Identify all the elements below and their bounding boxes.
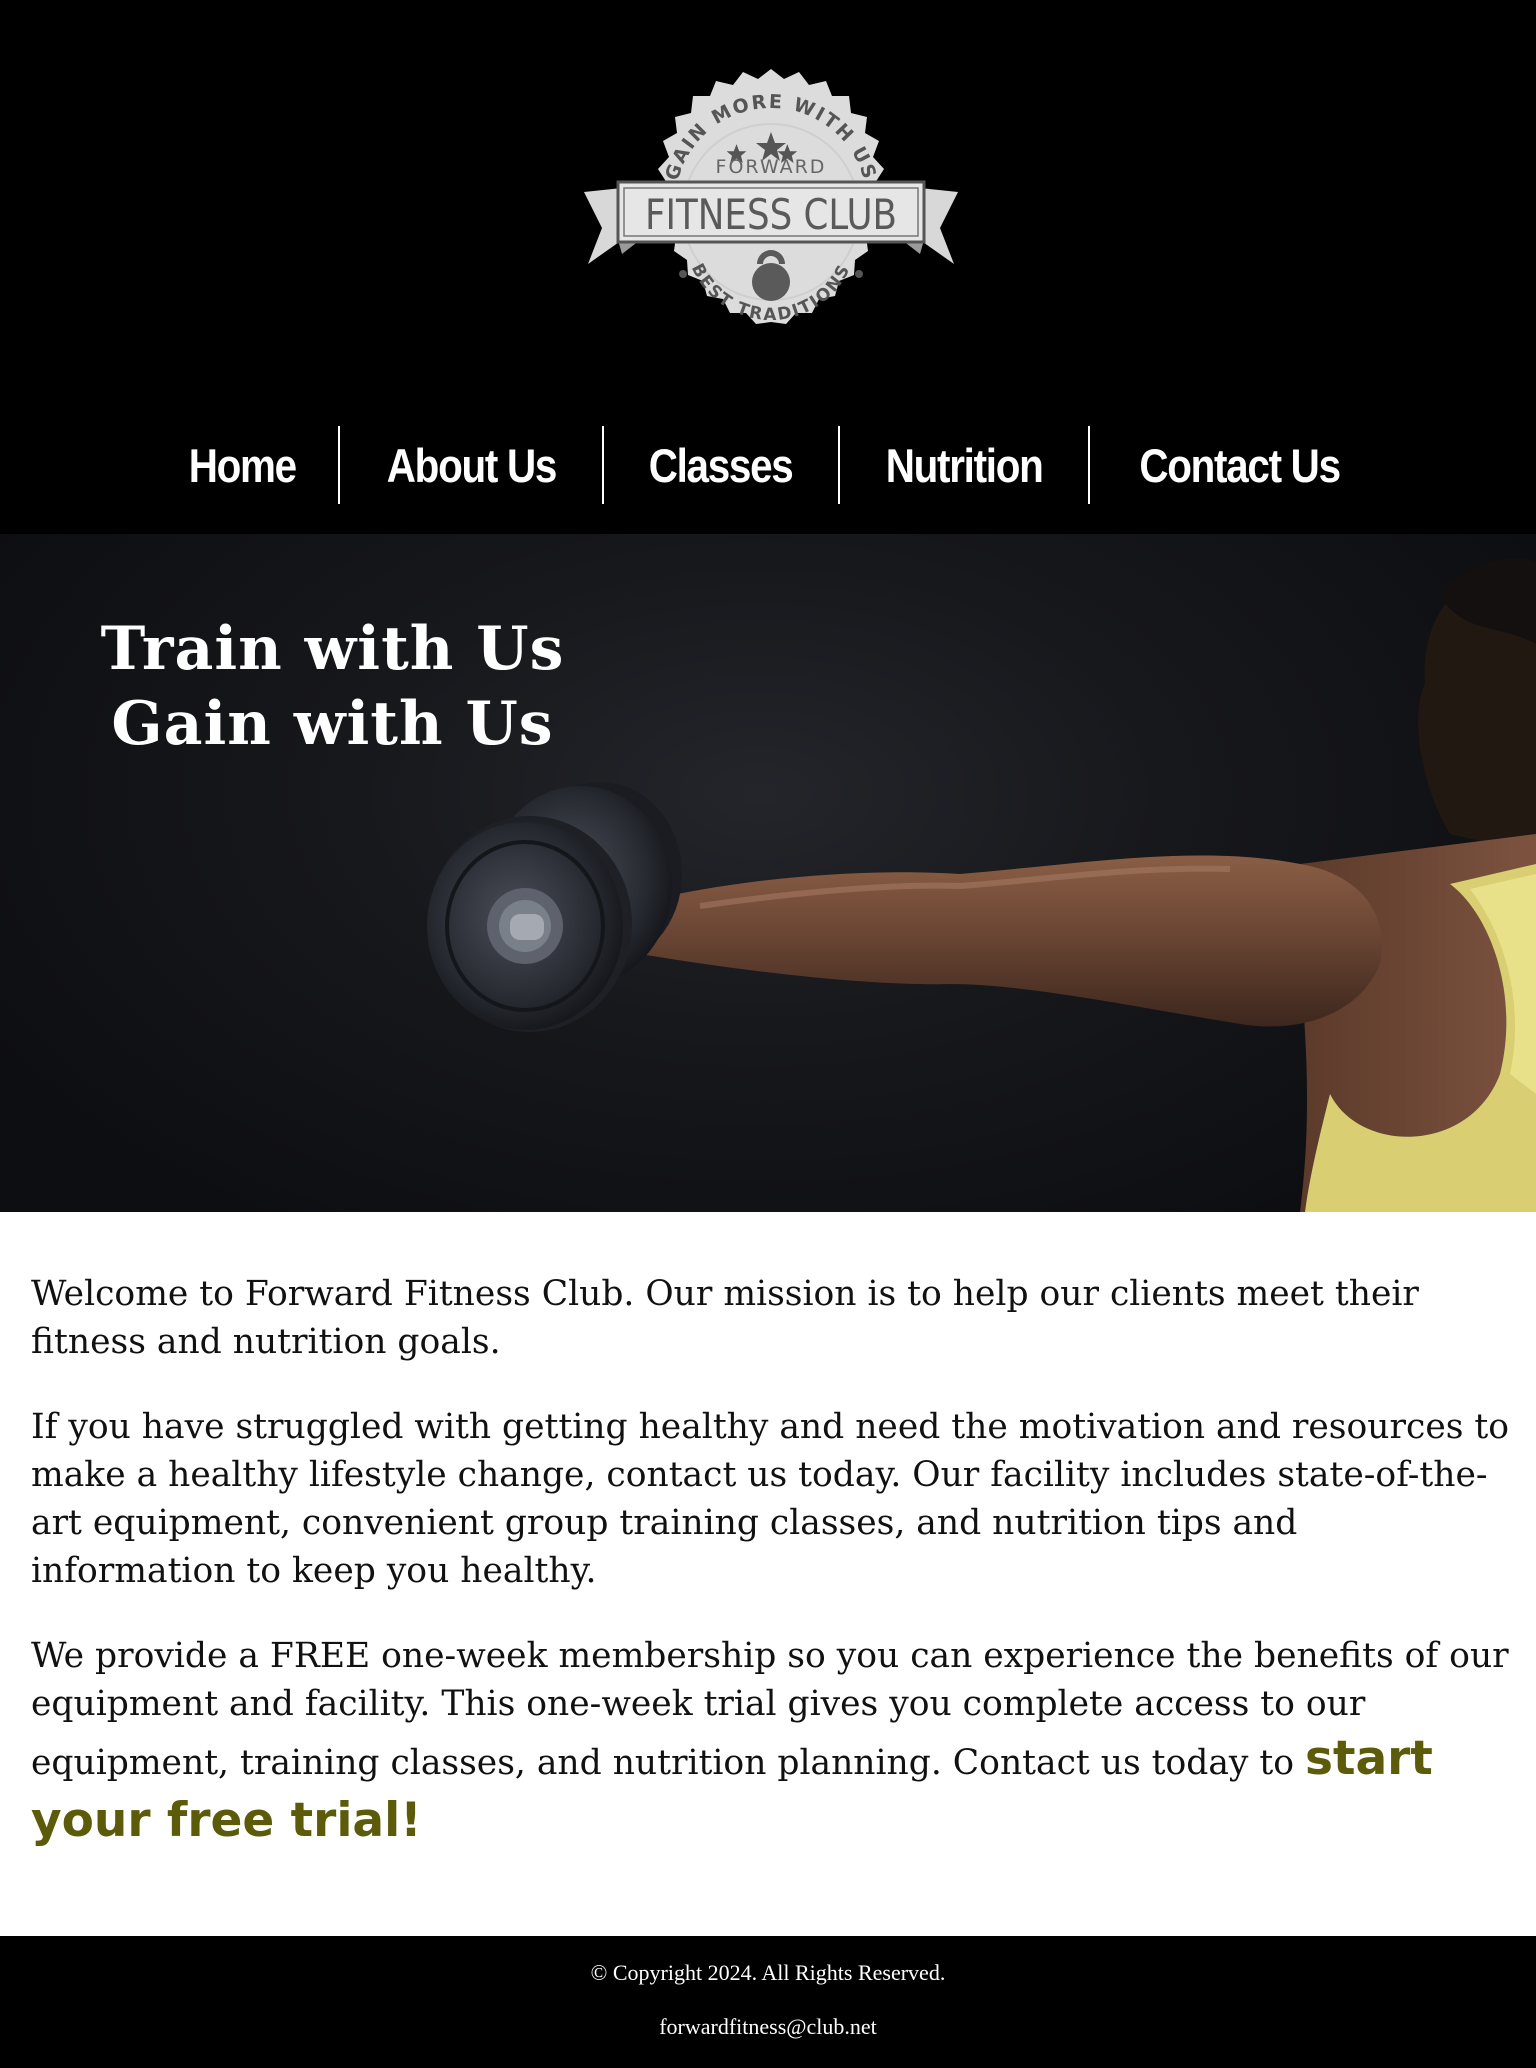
membership-paragraph: We provide a FREE one-week membership so… [31, 1632, 1511, 1852]
nav-divider [837, 426, 840, 504]
hero-line-1: Train with Us [100, 614, 565, 684]
copyright-text: © Copyright 2024. All Rights Reserved. [590, 1960, 946, 1985]
logo-subtitle: FORWARD [716, 156, 827, 178]
nav-nutrition[interactable]: Nutrition [885, 438, 1043, 493]
nav-home[interactable]: Home [189, 438, 297, 493]
hero-line-2: Gain with Us [111, 689, 554, 759]
site-footer: © Copyright 2024. All Rights Reserved. f… [0, 1936, 1536, 2068]
nav-contact-us[interactable]: Contact Us [1139, 438, 1341, 493]
site-header: GAIN MORE WITH US FORWARD FITNESS CLUB B… [0, 0, 1536, 534]
hero-banner: Train with Us Gain with Us [0, 534, 1536, 1212]
nav-about-us[interactable]: About Us [386, 438, 557, 493]
fitness-club-logo[interactable]: GAIN MORE WITH US FORWARD FITNESS CLUB B… [580, 64, 962, 360]
motivation-paragraph: If you have struggled with getting healt… [31, 1407, 1510, 1591]
contact-email[interactable]: forwardfitness@club.net [0, 2014, 1536, 2040]
welcome-paragraph: Welcome to Forward Fitness Club. Our mis… [31, 1274, 1419, 1362]
membership-text: We provide a FREE one-week membership so… [31, 1636, 1509, 1783]
main-nav: Home About Us Classes Nutrition Contact … [0, 410, 1536, 520]
main-content: Welcome to Forward Fitness Club. Our mis… [31, 1270, 1511, 1889]
logo-banner-text: FITNESS CLUB [645, 190, 897, 239]
nav-divider [602, 426, 605, 504]
hero-headline: Train with Us Gain with Us [60, 612, 605, 762]
nav-divider [337, 426, 340, 504]
nav-divider [1087, 426, 1090, 504]
nav-classes[interactable]: Classes [649, 438, 794, 493]
